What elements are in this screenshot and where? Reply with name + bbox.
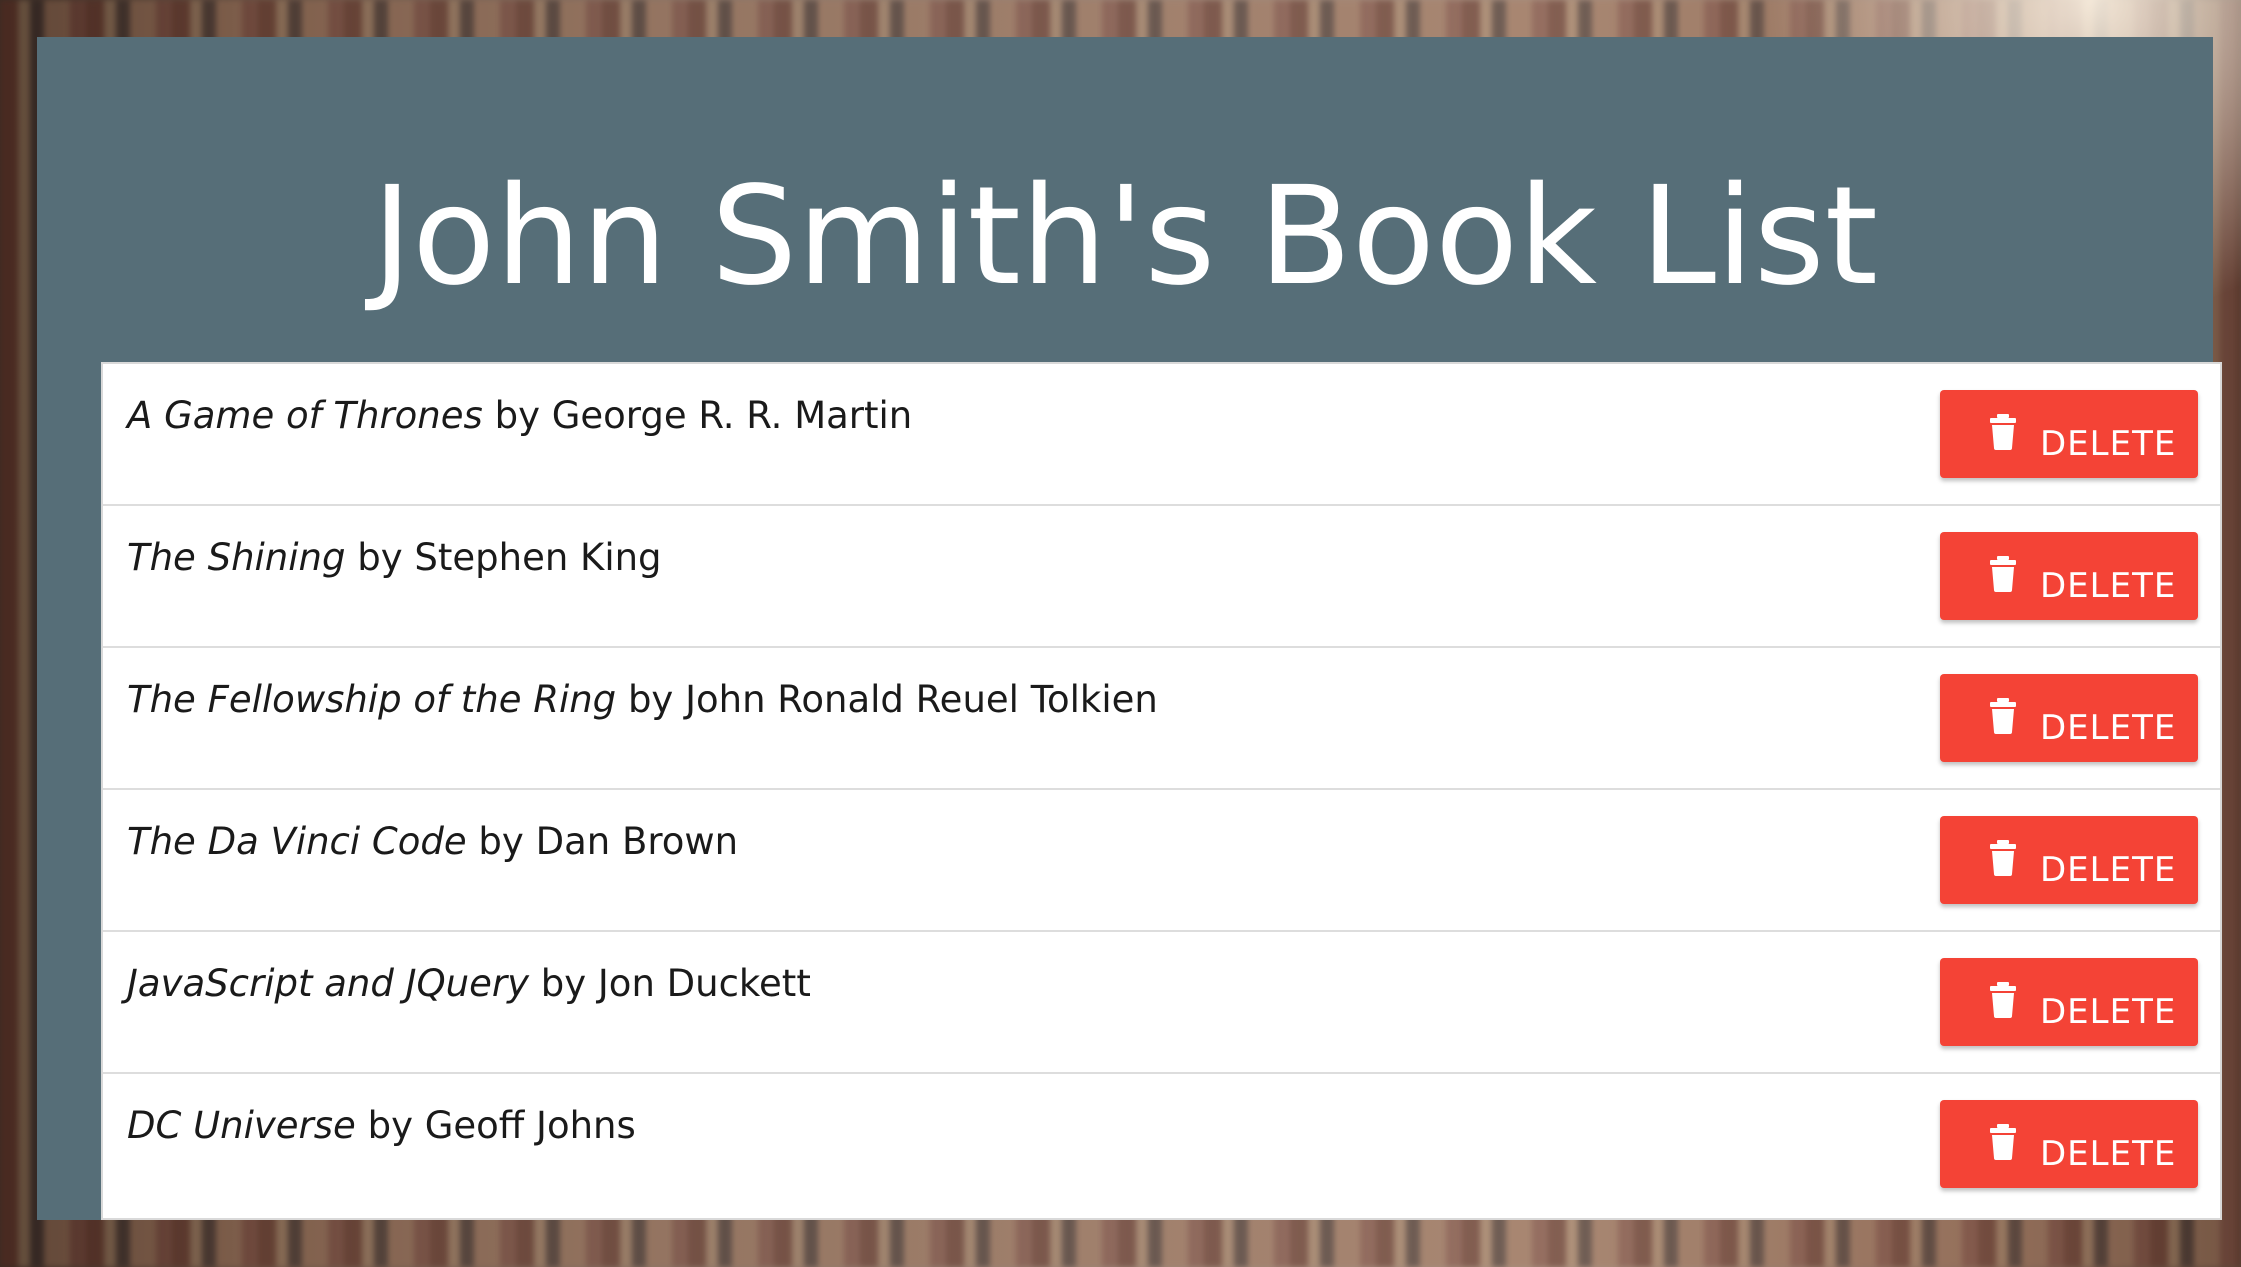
book-title: JavaScript and JQuery <box>127 962 529 1005</box>
trash-icon <box>1990 556 2016 592</box>
book-title: DC Universe <box>127 1104 356 1147</box>
book-row: JavaScript and JQuery by Jon Duckett DEL… <box>103 932 2220 1074</box>
trash-icon <box>1990 982 2016 1018</box>
book-author: Dan Brown <box>535 820 739 863</box>
book-by: by <box>478 820 524 863</box>
book-author: George R. R. Martin <box>551 394 913 437</box>
book-list-panel: John Smith's Book List A Game of Thrones… <box>37 37 2222 1220</box>
delete-button[interactable]: DELETE <box>1940 1100 2198 1188</box>
book-by: by <box>367 1104 413 1147</box>
book-by: by <box>357 536 403 579</box>
book-entry: The Fellowship of the Ring by John Ronal… <box>127 678 1158 721</box>
book-row: DC Universe by Geoff Johns DELETE <box>103 1074 2220 1218</box>
book-entry: The Da Vinci Code by Dan Brown <box>127 820 738 863</box>
book-entry: The Shining by Stephen King <box>127 536 662 579</box>
book-author: Stephen King <box>414 536 662 579</box>
book-list: A Game of Thrones by George R. R. Martin… <box>101 362 2222 1220</box>
book-by: by <box>627 678 674 721</box>
delete-button[interactable]: DELETE <box>1940 532 2198 620</box>
book-row: The Fellowship of the Ring by John Ronal… <box>103 648 2220 790</box>
delete-button-label: DELETE <box>2040 708 2177 748</box>
book-title: A Game of Thrones <box>127 394 483 437</box>
book-entry: DC Universe by Geoff Johns <box>127 1104 636 1147</box>
delete-button-label: DELETE <box>2040 992 2177 1032</box>
book-title: The Fellowship of the Ring <box>127 678 617 721</box>
delete-button-label: DELETE <box>2040 1134 2177 1174</box>
trash-icon <box>1990 698 2016 734</box>
book-author: Jon Duckett <box>597 962 811 1005</box>
book-title: The Shining <box>127 536 346 579</box>
book-entry: A Game of Thrones by George R. R. Martin <box>127 394 912 437</box>
book-by: by <box>540 962 587 1005</box>
page-title: John Smith's Book List <box>372 158 1878 316</box>
delete-button[interactable]: DELETE <box>1940 390 2198 478</box>
trash-icon <box>1990 1124 2016 1160</box>
book-row: A Game of Thrones by George R. R. Martin… <box>103 364 2220 506</box>
trash-icon <box>1990 414 2016 450</box>
book-row: The Da Vinci Code by Dan Brown DELETE <box>103 790 2220 932</box>
book-author: Geoff Johns <box>424 1104 636 1147</box>
delete-button[interactable]: DELETE <box>1940 816 2198 904</box>
book-entry: JavaScript and JQuery by Jon Duckett <box>127 962 811 1005</box>
delete-button-label: DELETE <box>2040 850 2177 890</box>
book-title: The Da Vinci Code <box>127 820 467 863</box>
delete-button[interactable]: DELETE <box>1940 958 2198 1046</box>
delete-button-label: DELETE <box>2040 566 2177 606</box>
delete-button[interactable]: DELETE <box>1940 674 2198 762</box>
delete-button-label: DELETE <box>2040 424 2177 464</box>
book-author: John Ronald Reuel Tolkien <box>685 678 1158 721</box>
trash-icon <box>1990 840 2016 876</box>
book-row: The Shining by Stephen King DELETE <box>103 506 2220 648</box>
book-by: by <box>494 394 540 437</box>
